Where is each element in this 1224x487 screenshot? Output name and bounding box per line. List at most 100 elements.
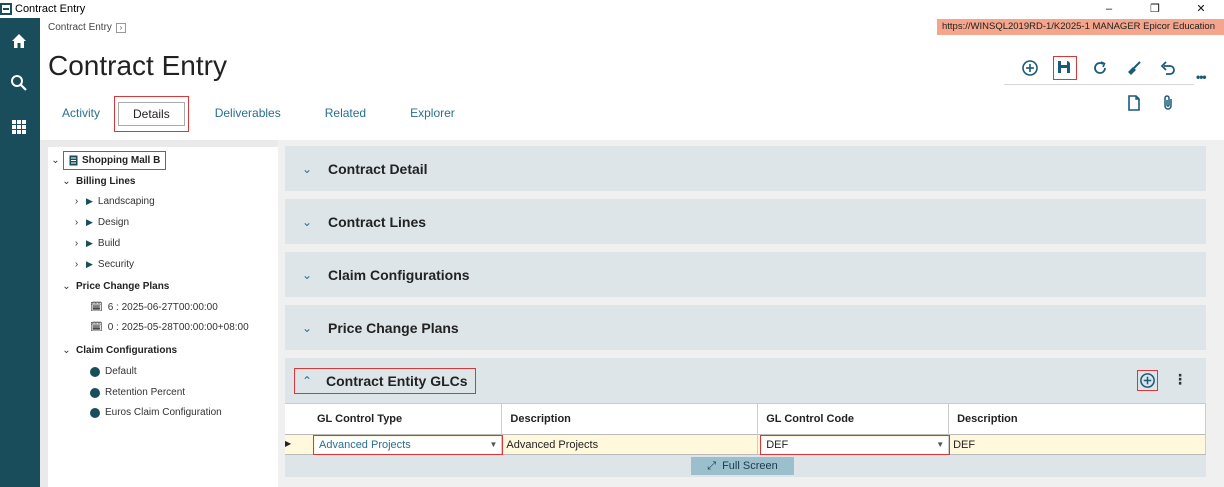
tree-price-change-plans[interactable]: ⌄ Price Change Plans — [62, 281, 169, 292]
left-rail — [0, 18, 40, 487]
column-header[interactable]: Description — [501, 403, 759, 435]
toolbar-divider — [1004, 84, 1194, 85]
chevron-right-icon[interactable]: › — [72, 259, 81, 270]
close-button[interactable]: ✕ — [1178, 0, 1224, 18]
undo-icon[interactable] — [1159, 59, 1179, 79]
tree-claim-item[interactable]: Retention Percent — [90, 387, 185, 398]
tree-billing-item[interactable]: › ▶ Landscaping — [72, 196, 155, 207]
tree-billing-item[interactable]: › ▶ Security — [72, 259, 134, 270]
glc-table: GL Control Type Description GL Control C… — [285, 403, 1206, 455]
claim-config-icon — [90, 366, 100, 377]
chevron-down-icon[interactable]: ⌄ — [51, 155, 60, 166]
chevron-down-icon[interactable]: ⌄ — [296, 268, 318, 282]
table-row[interactable]: ▶ Advanced Projects ▼ Advanced Projects … — [285, 434, 1206, 455]
tree-price-plan-label: 6 : 2025-06-27T00:00:00 — [107, 302, 218, 313]
window-controls: – ❐ ✕ — [1086, 0, 1224, 18]
kebab-menu-icon[interactable]: ⋮ — [1173, 371, 1187, 388]
tab-related[interactable]: Related — [295, 96, 380, 130]
billing-line-icon: ▶ — [86, 217, 93, 227]
tree-price-plan-label: 0 : 2025-05-28T00:00:00+08:00 — [107, 322, 249, 333]
chevron-right-icon[interactable]: › — [72, 196, 81, 207]
tree-claim-label: Retention Percent — [105, 387, 186, 398]
column-header[interactable]: GL Control Type — [285, 403, 503, 435]
claim-config-icon — [90, 407, 100, 418]
gl-control-code-cell[interactable]: DEF ▼ — [757, 434, 951, 455]
section-title: Claim Configurations — [328, 266, 470, 283]
section-contract-entity-glcs[interactable]: ⌃ Contract Entity GLCs ⋮ — [285, 358, 1206, 403]
chevron-right-icon[interactable]: › — [72, 238, 81, 249]
table-header-row: GL Control Type Description GL Control C… — [285, 403, 1206, 435]
home-icon[interactable] — [10, 32, 28, 50]
apps-grid-icon[interactable] — [10, 118, 28, 136]
tree-price-plans-label: Price Change Plans — [76, 281, 170, 292]
tab-explorer[interactable]: Explorer — [380, 96, 469, 130]
section-title: Price Change Plans — [328, 319, 459, 336]
tree-claim-item[interactable]: Euros Claim Configuration — [90, 407, 222, 418]
section-title: Contract Detail — [328, 160, 428, 177]
clear-brush-icon[interactable] — [1125, 59, 1145, 79]
calendar-clock-icon: 🗓 — [90, 322, 103, 333]
column-header[interactable]: GL Control Code — [757, 403, 950, 435]
tab-bar: Activity Details Deliverables Related Ex… — [48, 96, 469, 132]
tab-deliverables[interactable]: Deliverables — [189, 96, 295, 130]
column-header[interactable]: Description — [948, 403, 1206, 435]
chevron-down-icon[interactable]: ⌄ — [296, 321, 318, 335]
section-contract-detail[interactable]: ⌄ Contract Detail — [285, 146, 1206, 191]
gl-control-type-select[interactable]: Advanced Projects ▼ — [312, 434, 504, 455]
window-title: Contract Entry — [15, 3, 86, 15]
dropdown-arrow-icon[interactable]: ▼ — [489, 440, 497, 449]
tree-claim-label: Euros Claim Configuration — [105, 407, 222, 418]
code-description-cell[interactable]: DEF — [948, 434, 1206, 455]
section-price-change-plans[interactable]: ⌄ Price Change Plans — [285, 305, 1206, 350]
tab-details[interactable]: Details — [114, 96, 189, 132]
tab-activity[interactable]: Activity — [48, 96, 114, 130]
chevron-down-icon[interactable]: ⌄ — [296, 215, 318, 229]
attachment-icon[interactable] — [1159, 94, 1179, 114]
section-claim-configurations[interactable]: ⌄ Claim Configurations — [285, 252, 1206, 297]
tree-claim-label: Default — [105, 366, 137, 377]
chevron-down-icon[interactable]: ⌄ — [296, 162, 318, 176]
refresh-icon[interactable] — [1091, 59, 1111, 79]
tree-billing-lines[interactable]: ⌄ Billing Lines — [62, 176, 135, 187]
tree-billing-item-label: Security — [97, 259, 135, 270]
add-new-icon[interactable] — [1021, 59, 1041, 79]
full-screen-label: Full Screen — [722, 460, 778, 472]
chevron-right-icon[interactable]: › — [72, 217, 81, 228]
minimize-button[interactable]: – — [1086, 0, 1132, 18]
new-document-icon[interactable] — [1125, 94, 1145, 114]
breadcrumb: Contract Entry › — [48, 22, 126, 33]
tree-price-plan-item[interactable]: 🗓 6 : 2025-06-27T00:00:00 — [90, 302, 218, 313]
tree-billing-item[interactable]: › ▶ Design — [72, 217, 129, 228]
section-title: Contract Lines — [328, 213, 427, 230]
tree-claim-configurations[interactable]: ⌄ Claim Configurations — [62, 345, 177, 356]
tab-details-label: Details — [118, 102, 185, 126]
tree-price-plan-item[interactable]: 🗓 0 : 2025-05-28T00:00:00+08:00 — [90, 322, 249, 333]
section-contract-lines[interactable]: ⌄ Contract Lines — [285, 199, 1206, 244]
chevron-right-icon[interactable]: › — [115, 22, 126, 33]
gl-control-type-cell[interactable]: ▶ Advanced Projects ▼ — [285, 434, 504, 455]
gl-control-type-value: Advanced Projects — [319, 438, 411, 451]
dropdown-arrow-icon[interactable]: ▼ — [936, 440, 944, 449]
tree-billing-label: Billing Lines — [76, 176, 136, 187]
tree-claim-item[interactable]: Default — [90, 366, 137, 377]
chevron-down-icon[interactable]: ⌄ — [62, 176, 71, 187]
tree-billing-item-label: Landscaping — [97, 196, 155, 207]
app-icon — [0, 3, 12, 15]
chevron-down-icon[interactable]: ⌄ — [62, 281, 71, 292]
description-cell[interactable]: Advanced Projects — [501, 434, 759, 455]
billing-line-icon: ▶ — [86, 259, 93, 269]
row-indicator-icon: ▶ — [285, 439, 292, 448]
maximize-button[interactable]: ❐ — [1132, 0, 1178, 18]
gl-control-code-select[interactable]: DEF ▼ — [760, 434, 951, 455]
tree-root[interactable]: ⌄ Shopping Mall B — [51, 151, 167, 170]
more-options-icon[interactable]: ••• — [1196, 70, 1216, 90]
add-row-icon[interactable] — [1137, 370, 1158, 391]
search-icon[interactable] — [10, 74, 28, 92]
tree-billing-item[interactable]: › ▶ Build — [72, 238, 120, 249]
breadcrumb-item[interactable]: Contract Entry — [48, 22, 112, 33]
chevron-down-icon[interactable]: ⌄ — [62, 345, 71, 356]
full-screen-button[interactable]: ⤢ Full Screen — [691, 457, 794, 475]
chevron-up-icon[interactable]: ⌃ — [296, 374, 318, 388]
save-icon[interactable] — [1053, 56, 1077, 80]
billing-line-icon: ▶ — [86, 238, 93, 248]
